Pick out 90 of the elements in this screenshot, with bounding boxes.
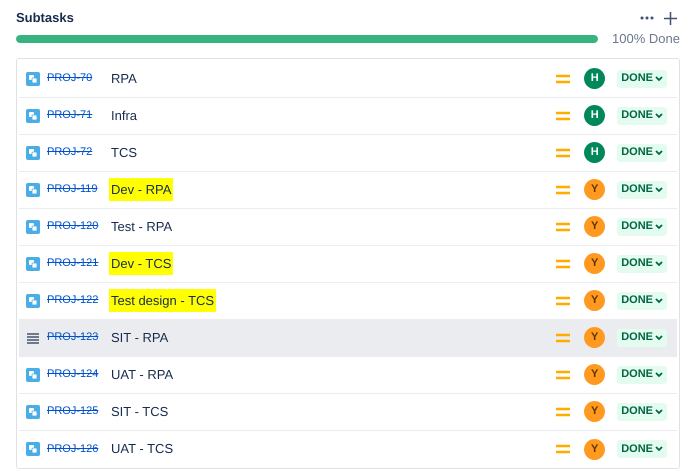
priority-medium-icon <box>556 222 570 232</box>
issue-key-link[interactable]: PROJ-119 <box>47 181 107 198</box>
subtask-row[interactable]: PROJ-72 TCS H DONE <box>19 134 677 172</box>
chevron-down-icon <box>655 186 663 192</box>
status-dropdown[interactable]: DONE <box>617 144 667 162</box>
subtask-summary[interactable]: UAT - TCS <box>109 437 176 461</box>
issue-key-link[interactable]: PROJ-120 <box>47 218 107 235</box>
subtask-summary[interactable]: Test design - TCS <box>109 288 216 312</box>
issue-key-link[interactable]: PROJ-125 <box>47 403 107 420</box>
status-dropdown[interactable]: DONE <box>617 218 667 236</box>
status-dropdown[interactable]: DONE <box>617 254 667 272</box>
subtask-icon <box>26 368 40 382</box>
status-dropdown[interactable]: DONE <box>617 366 667 384</box>
add-icon[interactable] <box>664 12 677 24</box>
status-dropdown[interactable]: DONE <box>617 180 667 198</box>
chevron-down-icon <box>655 298 663 304</box>
subtask-icon <box>26 256 40 270</box>
subtask-row[interactable]: PROJ-71 Infra H DONE <box>19 98 677 134</box>
priority-medium-icon <box>556 258 570 268</box>
subtask-icon <box>26 294 40 308</box>
more-icon[interactable] <box>640 16 654 20</box>
chevron-down-icon <box>655 260 663 266</box>
avatar[interactable]: Y <box>584 327 606 348</box>
subtask-summary[interactable]: Dev - TCS <box>109 252 174 276</box>
priority-medium-icon <box>556 406 570 416</box>
subtask-summary[interactable]: UAT - RPA <box>109 362 176 386</box>
subtask-icon <box>26 182 40 196</box>
subtask-row[interactable]: PROJ-120 Test - RPA Y DONE <box>19 208 677 246</box>
subtask-row[interactable]: PROJ-119 Dev - RPA Y DONE <box>19 172 677 208</box>
avatar[interactable]: Y <box>584 438 606 460</box>
subtask-summary[interactable]: Test - RPA <box>109 214 174 238</box>
subtask-icon <box>26 220 40 234</box>
issue-key-link[interactable]: PROJ-126 <box>47 440 107 458</box>
priority-medium-icon <box>556 148 570 158</box>
issue-key-link[interactable]: PROJ-124 <box>47 366 107 383</box>
priority-medium-icon <box>556 444 570 454</box>
subtask-icon <box>26 72 40 86</box>
drag-handle-icon[interactable] <box>26 330 40 344</box>
avatar[interactable]: Y <box>584 364 606 385</box>
subtask-row[interactable]: PROJ-122 Test design - TCS Y DONE <box>19 282 677 320</box>
issue-key-link[interactable]: PROJ-121 <box>47 255 107 272</box>
subtask-summary[interactable]: Infra <box>109 104 140 128</box>
avatar[interactable]: Y <box>584 216 606 237</box>
issue-key-link[interactable]: PROJ-122 <box>47 292 107 309</box>
chevron-down-icon <box>655 408 663 414</box>
priority-medium-icon <box>556 110 570 120</box>
avatar[interactable]: H <box>584 68 606 89</box>
priority-medium-icon <box>556 184 570 194</box>
progress-label: 100% Done <box>612 30 680 48</box>
subtask-summary[interactable]: Dev - RPA <box>109 178 174 202</box>
chevron-down-icon <box>655 76 663 82</box>
status-dropdown[interactable]: DONE <box>617 328 667 346</box>
issue-key-link[interactable]: PROJ-123 <box>47 329 107 346</box>
avatar[interactable]: Y <box>584 179 606 200</box>
issue-key-link[interactable]: PROJ-72 <box>47 144 107 161</box>
subtask-icon <box>26 108 40 122</box>
priority-medium-icon <box>556 74 570 84</box>
avatar[interactable]: Y <box>584 401 606 422</box>
section-title: Subtasks <box>16 9 74 28</box>
status-dropdown[interactable]: DONE <box>617 106 667 124</box>
chevron-down-icon <box>655 150 663 156</box>
avatar[interactable]: H <box>584 105 606 126</box>
avatar[interactable]: Y <box>584 253 606 274</box>
subtask-summary[interactable]: SIT - TCS <box>109 400 170 424</box>
subtask-row[interactable]: PROJ-121 Dev - TCS Y DONE <box>19 246 677 282</box>
chevron-down-icon <box>655 372 663 378</box>
status-dropdown[interactable]: DONE <box>617 440 667 458</box>
priority-medium-icon <box>556 370 570 380</box>
status-dropdown[interactable]: DONE <box>617 402 667 420</box>
subtask-summary[interactable]: TCS <box>109 140 139 164</box>
subtask-row[interactable]: PROJ-123 SIT - RPA Y DONE <box>19 320 677 356</box>
status-dropdown[interactable]: DONE <box>617 70 667 88</box>
avatar[interactable]: H <box>584 142 606 163</box>
avatar[interactable]: Y <box>584 290 606 311</box>
subtask-icon <box>26 404 40 418</box>
priority-medium-icon <box>556 332 570 342</box>
subtask-row[interactable]: PROJ-124 UAT - RPA Y DONE <box>19 356 677 394</box>
subtask-summary[interactable]: SIT - RPA <box>109 326 170 350</box>
subtask-summary[interactable]: RPA <box>109 66 139 90</box>
chevron-down-icon <box>655 334 663 340</box>
subtask-icon <box>26 146 40 160</box>
chevron-down-icon <box>655 112 663 118</box>
subtask-row[interactable]: PROJ-125 SIT - TCS Y DONE <box>19 394 677 430</box>
chevron-down-icon <box>655 446 663 452</box>
issue-key-link[interactable]: PROJ-71 <box>47 107 107 124</box>
status-dropdown[interactable]: DONE <box>617 292 667 310</box>
chevron-down-icon <box>655 224 663 230</box>
issue-key-link[interactable]: PROJ-70 <box>47 70 107 87</box>
subtask-icon <box>26 442 40 456</box>
priority-medium-icon <box>556 296 570 306</box>
